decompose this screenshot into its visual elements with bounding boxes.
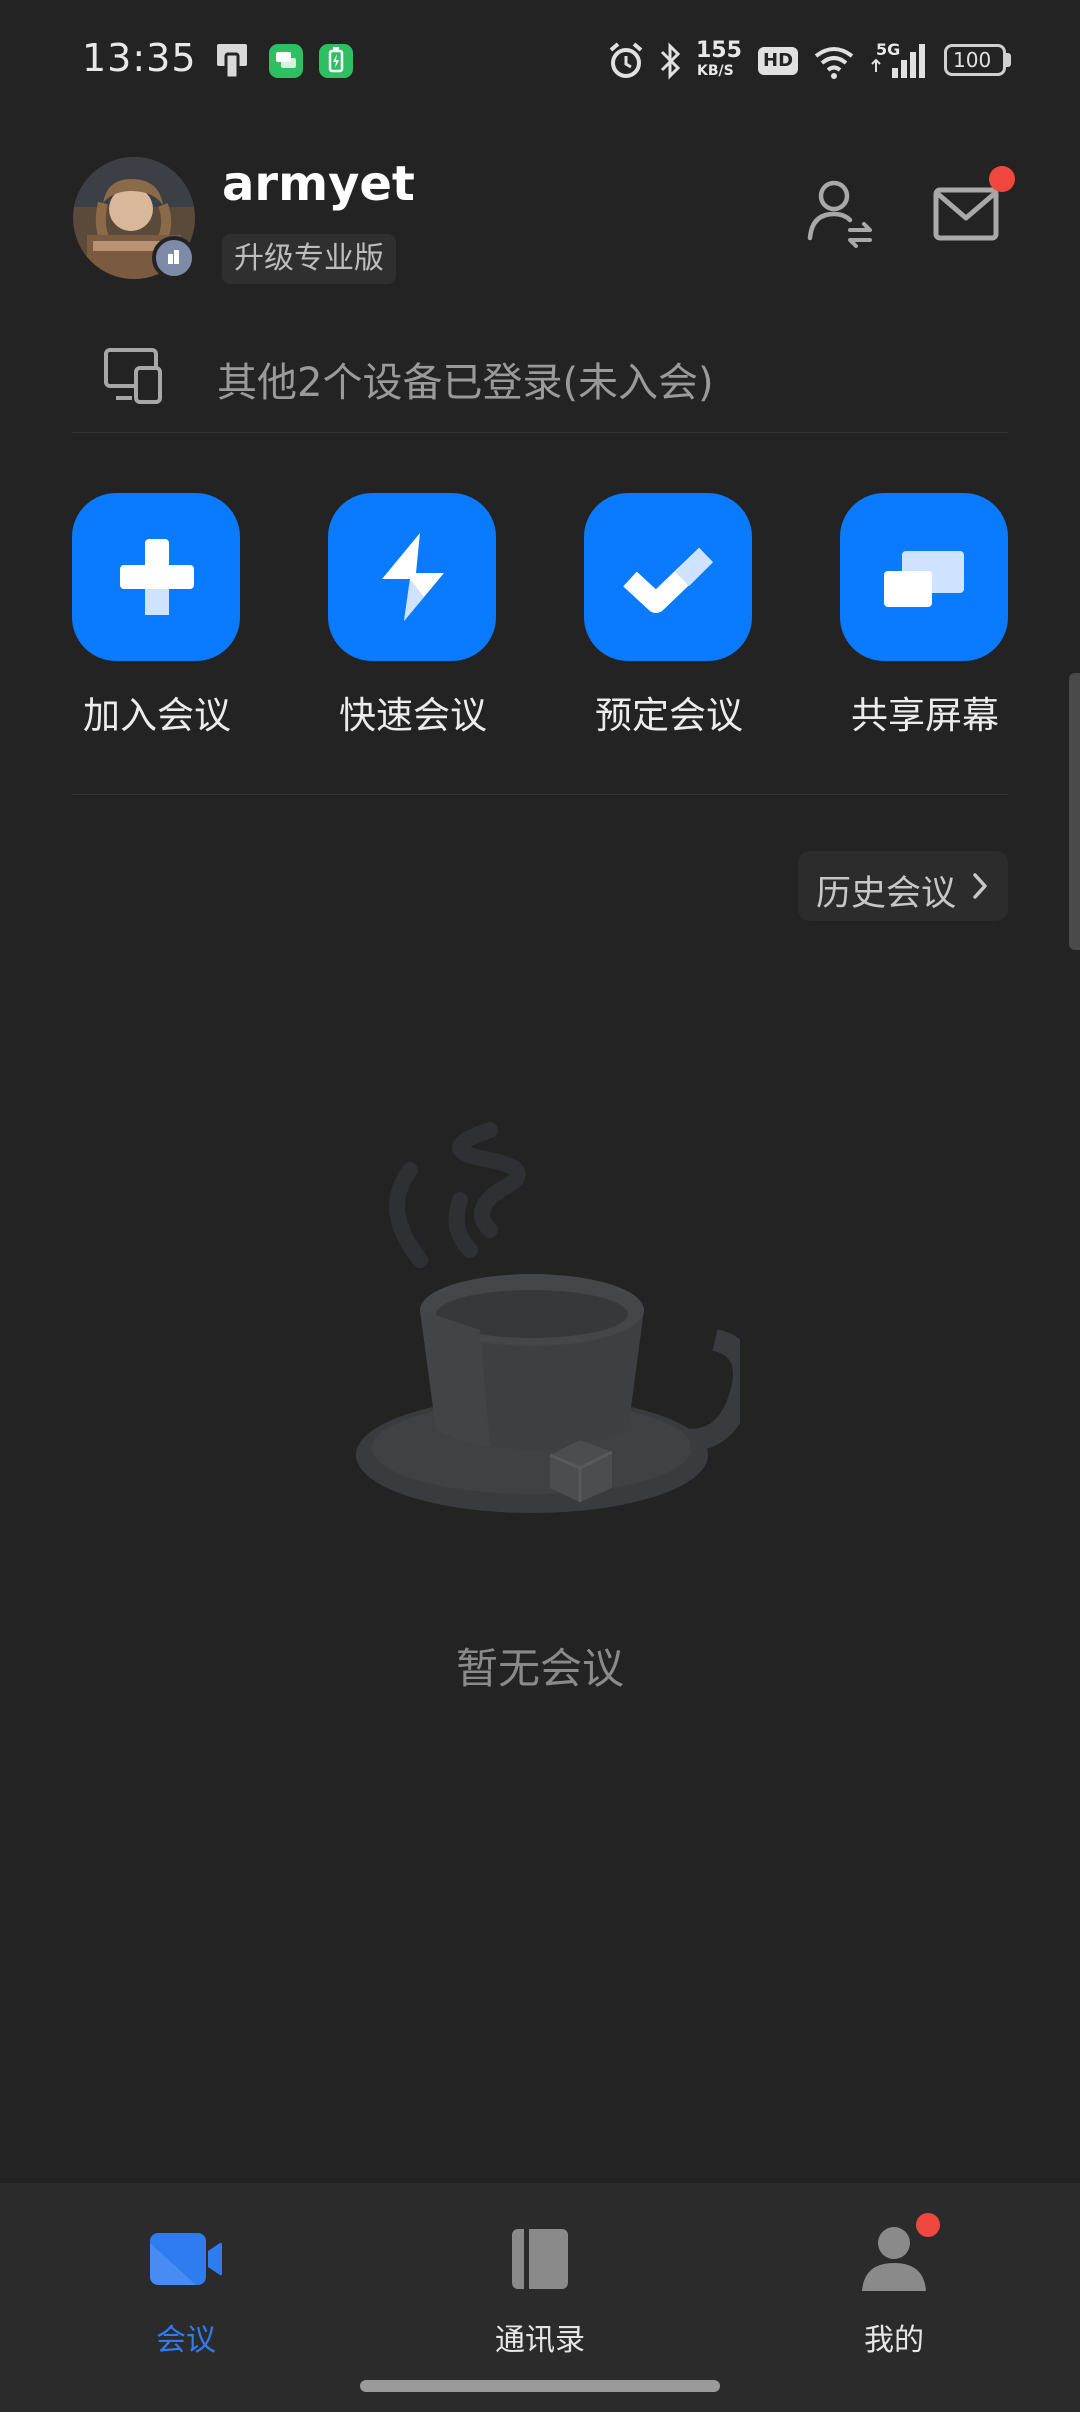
logged-in-devices-row[interactable]: 其他2个设备已登录(未入会): [72, 330, 1008, 433]
history-meetings-label: 历史会议: [816, 874, 957, 914]
schedule-meeting-label: 预定会议: [595, 694, 743, 737]
plus-icon: [120, 539, 194, 615]
tab-meetings[interactable]: 会议: [66, 2183, 306, 2383]
check-icon: [623, 547, 714, 613]
section-divider: [72, 794, 1008, 795]
building-icon: [168, 250, 179, 264]
chevron-right-icon: [973, 873, 987, 899]
username: armyet: [222, 156, 415, 212]
hd-label: HD: [763, 50, 794, 71]
home-indicator[interactable]: [360, 2380, 720, 2392]
quick-meeting-button[interactable]: [328, 493, 496, 661]
video-camera-icon: [150, 2233, 222, 2285]
quick-meeting-label: 快速会议: [339, 694, 487, 737]
battery-indicator: 100: [944, 44, 1006, 76]
tab-contacts-label: 通讯录: [495, 2323, 585, 2358]
tab-me[interactable]: 我的: [774, 2183, 1014, 2383]
battery-app-icon: [319, 44, 353, 78]
join-meeting-label: 加入会议: [83, 694, 231, 737]
screen: 13:35 155 KB/S HD 5G 100 armyet 升级专业版 其他…: [0, 0, 1080, 2412]
hd-badge: HD: [758, 47, 798, 75]
side-scroll-handle[interactable]: [1069, 673, 1080, 950]
join-meeting-action[interactable]: 加入会议: [72, 493, 242, 739]
alarm-icon: [609, 42, 643, 78]
upgrade-pro-button[interactable]: 升级专业版: [222, 234, 396, 284]
history-meetings-button[interactable]: 历史会议: [798, 851, 1008, 921]
bluetooth-icon: [660, 42, 681, 80]
status-time: 13:35: [82, 36, 197, 80]
lightning-icon: [382, 533, 444, 621]
mail-unread-dot: [989, 166, 1015, 192]
tab-meetings-label: 会议: [156, 2323, 216, 2358]
devices-icon: [104, 348, 162, 404]
contacts-book-icon: [512, 2229, 568, 2289]
battery-tip: [1006, 53, 1011, 67]
schedule-meeting-button[interactable]: [584, 493, 752, 661]
empty-state-text: 暂无会议: [455, 1644, 624, 1693]
wifi-icon: [814, 47, 854, 79]
share-screen-button[interactable]: [840, 493, 1008, 661]
quick-meeting-action[interactable]: 快速会议: [328, 493, 498, 739]
battery-level: 100: [953, 48, 992, 72]
share-screen-icon: [884, 551, 964, 607]
net-speed-value: 155: [696, 38, 742, 63]
share-screen-action[interactable]: 共享屏幕: [840, 493, 1010, 739]
switch-account-icon[interactable]: [800, 174, 880, 254]
chat-app-icon: [269, 44, 303, 78]
membership-badge: [152, 236, 196, 280]
net-speed-unit: KB/S: [697, 63, 734, 79]
tab-me-label: 我的: [864, 2323, 924, 2358]
tab-me-notification-dot: [916, 2213, 940, 2237]
empty-coffee-cup-illustration: [356, 1122, 740, 1513]
signal-icon: [871, 44, 925, 78]
schedule-meeting-action[interactable]: 预定会议: [584, 493, 754, 739]
tab-contacts[interactable]: 通讯录: [420, 2183, 660, 2383]
device-notification-icon: [217, 44, 247, 80]
status-bar: 13:35 155 KB/S HD 5G 100: [0, 0, 1080, 120]
join-meeting-button[interactable]: [72, 493, 240, 661]
share-screen-label: 共享屏幕: [851, 694, 999, 737]
logged-in-devices-text: 其他2个设备已登录(未入会): [217, 360, 714, 406]
bottom-nav: 会议 通讯录 我的: [0, 2183, 1080, 2412]
